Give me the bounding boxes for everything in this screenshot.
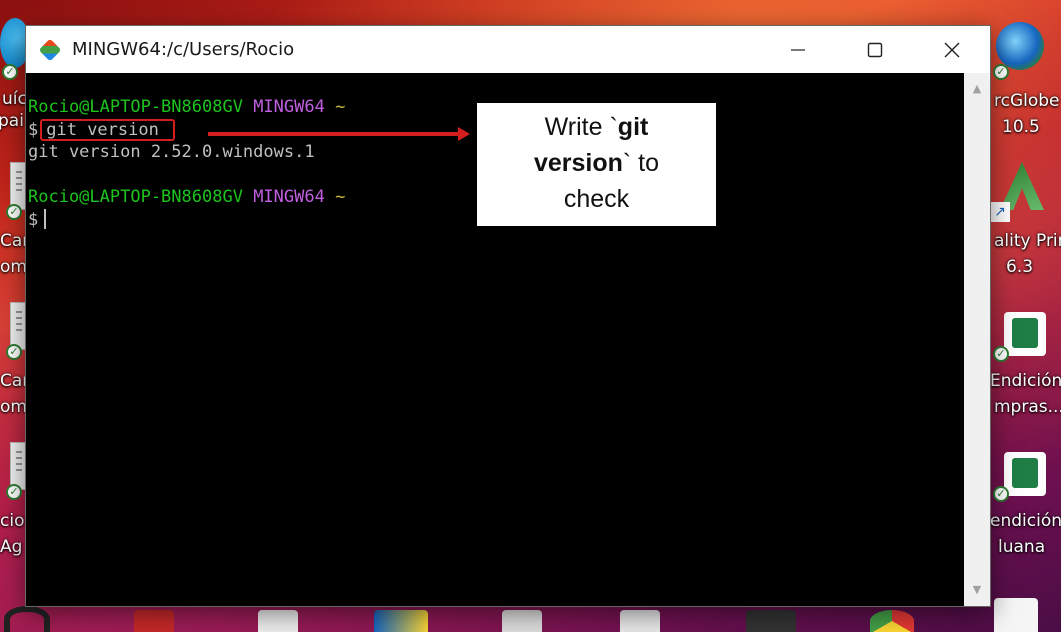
desktop-label[interactable]: luana — [998, 534, 1045, 560]
document-icon[interactable] — [994, 598, 1038, 632]
minimize-button[interactable] — [759, 26, 836, 73]
maximize-icon — [867, 42, 882, 57]
shortcut-arrow-icon: ↗ — [990, 202, 1010, 222]
sync-check-icon: ✓ — [6, 204, 22, 220]
window-title: MINGW64:/c/Users/Rocio — [72, 39, 295, 60]
desktop-label[interactable]: endición — [990, 508, 1061, 534]
prompt-path: ~ — [335, 97, 346, 117]
folder-icon[interactable] — [374, 610, 428, 632]
sync-check-icon: ✓ — [6, 484, 22, 500]
desktop-label[interactable]: Ag — [0, 534, 22, 560]
vertical-scrollbar[interactable]: ▲ ▼ — [964, 73, 990, 606]
minimize-icon — [790, 48, 805, 51]
desktop-label[interactable]: ality Prir — [994, 228, 1061, 254]
maximize-button[interactable] — [836, 26, 913, 73]
close-icon — [944, 42, 959, 57]
desktop-label[interactable]: pai — [0, 108, 24, 134]
sync-check-icon: ✓ — [993, 64, 1009, 80]
document-icon[interactable] — [502, 610, 542, 632]
title-bar[interactable]: MINGW64:/c/Users/Rocio — [26, 26, 990, 73]
git-bash-icon — [38, 38, 62, 62]
globe-icon[interactable] — [996, 22, 1044, 70]
annotation-arrow-head-icon — [458, 127, 470, 141]
prompt-env: MINGW64 — [253, 187, 325, 207]
prompt-path: ~ — [335, 187, 346, 207]
desktop-label[interactable]: cio — [0, 508, 24, 534]
document-icon[interactable] — [620, 610, 660, 632]
desktop-label[interactable]: om — [0, 254, 27, 280]
prompt-user: Rocio@LAPTOP-BN8608GV — [28, 97, 243, 117]
desktop-label[interactable]: mpras... — [994, 394, 1061, 420]
desktop-label[interactable]: 6.3 — [1006, 254, 1033, 280]
callout-last: check — [563, 185, 630, 213]
sync-check-icon: ✓ — [993, 346, 1009, 362]
prompt-env: MINGW64 — [253, 97, 325, 117]
highlighted-command: git version — [40, 118, 175, 141]
desktop-label[interactable]: rcGlobe — [994, 88, 1060, 114]
chrome-icon[interactable] — [870, 610, 914, 632]
text-cursor — [44, 208, 47, 229]
document-icon[interactable] — [258, 610, 298, 632]
prompt-symbol: $ — [28, 209, 39, 230]
pdf-icon[interactable] — [134, 610, 174, 632]
app-icon[interactable] — [4, 606, 50, 632]
desktop-label[interactable]: om — [0, 394, 27, 420]
desktop-label[interactable]: Endición — [990, 368, 1061, 394]
sync-check-icon: ✓ — [993, 486, 1009, 502]
prompt-user: Rocio@LAPTOP-BN8608GV — [28, 187, 243, 207]
excel-file-icon[interactable] — [1004, 312, 1046, 356]
app-icon[interactable] — [746, 610, 796, 632]
callout-prefix: Write ` — [544, 113, 618, 141]
desktop-label[interactable]: 10.5 — [1002, 114, 1040, 140]
scroll-up-arrow-icon[interactable]: ▲ — [964, 77, 990, 101]
callout-bold-git: git — [617, 113, 649, 141]
annotation-arrow — [208, 132, 460, 136]
callout-suffix: ` to — [622, 149, 660, 177]
sync-check-icon: ✓ — [2, 64, 18, 80]
annotation-callout: Write `git version` to check — [477, 103, 716, 226]
close-button[interactable] — [913, 26, 990, 73]
scroll-down-arrow-icon[interactable]: ▼ — [964, 578, 990, 602]
window-controls — [759, 26, 990, 73]
desktop-bottom-row — [0, 598, 1061, 632]
prompt-symbol: $ — [28, 119, 39, 140]
excel-file-icon[interactable] — [1004, 452, 1046, 496]
callout-bold-version: version — [533, 149, 623, 177]
sync-check-icon: ✓ — [6, 344, 22, 360]
